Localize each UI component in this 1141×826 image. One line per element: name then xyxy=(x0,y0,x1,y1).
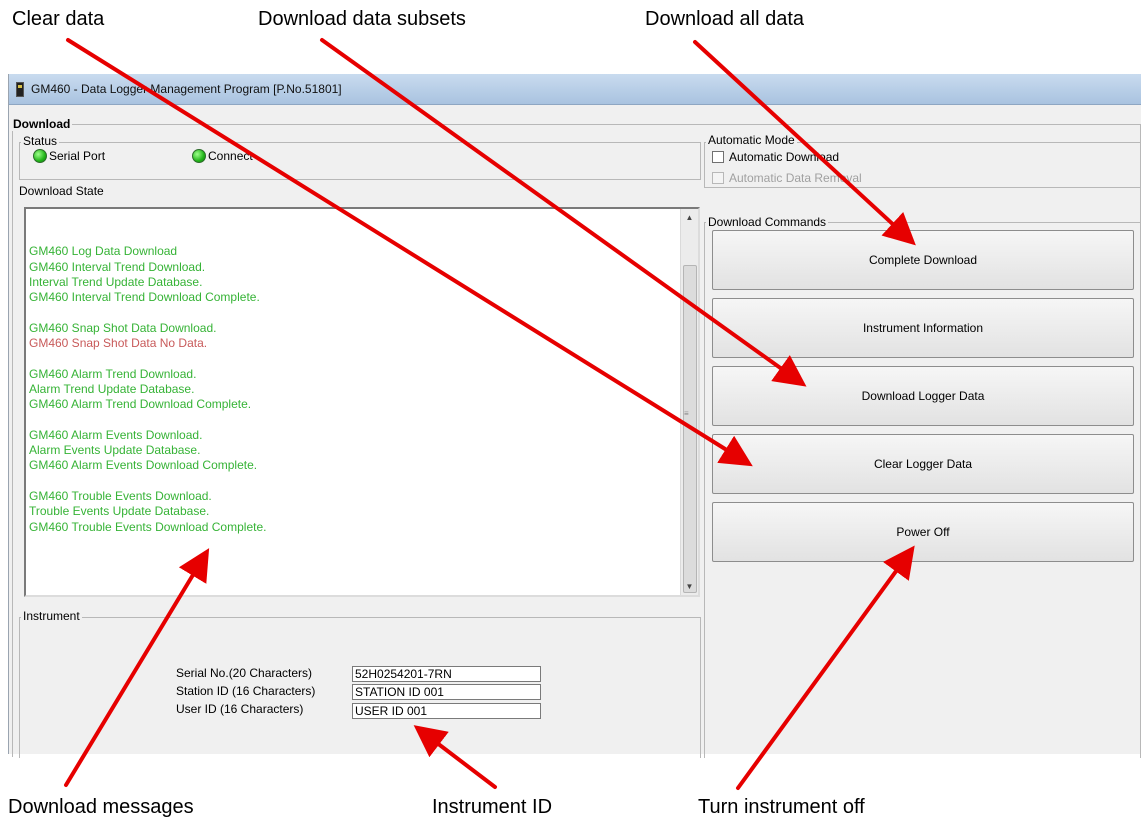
arrow-download-all xyxy=(693,40,916,246)
arrow-download-messages xyxy=(64,548,210,787)
arrow-clear-data xyxy=(66,38,753,467)
arrow-turn-off xyxy=(736,545,915,790)
annotation-arrows xyxy=(64,38,916,790)
arrow-download-subsets xyxy=(320,38,807,387)
arrow-instrument-id xyxy=(413,725,497,789)
